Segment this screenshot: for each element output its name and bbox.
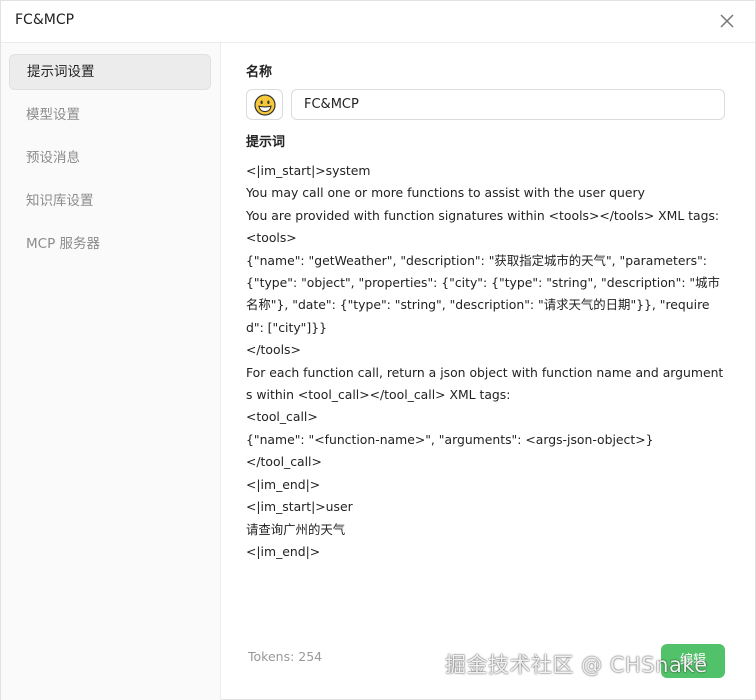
titlebar: FC&MCP [1, 1, 755, 43]
prompt-textarea[interactable]: <|im_start|>system You may call one or m… [246, 160, 726, 560]
watermark: 掘金技术社区 @ CHSnake [445, 653, 708, 677]
window-title: FC&MCP [15, 12, 75, 28]
name-label: 名称 [246, 65, 273, 80]
prompt-label: 提示词 [246, 135, 286, 150]
dialog-window: FC&MCP 提示词设置 模型设置 预设消息 知识库设置 MCP 服务器 名称 … [0, 0, 756, 700]
sidebar-item-preset-messages[interactable]: 预设消息 [9, 140, 211, 176]
name-input[interactable] [291, 89, 725, 120]
sidebar-item-prompt-settings[interactable]: 提示词设置 [9, 54, 211, 90]
grinning-face-icon [254, 94, 276, 116]
sidebar-item-mcp-servers[interactable]: MCP 服务器 [9, 226, 211, 262]
sidebar-item-knowledge-base[interactable]: 知识库设置 [9, 183, 211, 219]
main-panel: 名称 提示词 <|im_start|>system You may call o… [221, 43, 756, 700]
sidebar-item-model-settings[interactable]: 模型设置 [9, 97, 211, 133]
token-count: Tokens: 254 [248, 649, 323, 664]
close-icon[interactable] [716, 10, 738, 32]
settings-sidebar: 提示词设置 模型设置 预设消息 知识库设置 MCP 服务器 [1, 43, 221, 700]
emoji-picker-button[interactable] [246, 89, 283, 120]
